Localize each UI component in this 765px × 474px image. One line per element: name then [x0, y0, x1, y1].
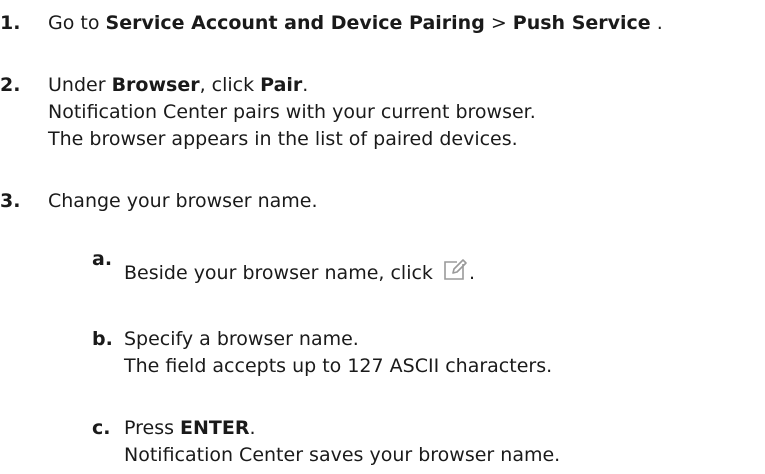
- step-text: Under Browser, click Pair.: [48, 74, 309, 96]
- substep-text: Press ENTER.: [124, 417, 256, 439]
- menu-path-service-account: Service Account and Device Pairing: [105, 12, 485, 34]
- menu-path-push-service: Push Service: [512, 12, 651, 34]
- substep-letter: b.: [92, 328, 113, 350]
- step-number: 1.: [0, 12, 21, 34]
- substep-text: Beside your browser name, click .: [124, 256, 475, 287]
- key-enter: ENTER: [180, 417, 250, 439]
- edit-icon: [443, 256, 469, 282]
- substep-letter: a.: [92, 248, 113, 270]
- ui-label-browser: Browser: [111, 74, 200, 96]
- ui-label-pair: Pair: [260, 74, 303, 96]
- step-number: 2.: [0, 74, 21, 96]
- step-text: Change your browser name.: [48, 190, 318, 212]
- step-number: 3.: [0, 190, 21, 212]
- substep-text: Specify a browser name.: [124, 328, 359, 350]
- substep-letter: c.: [92, 417, 111, 439]
- step-text: Go to Service Account and Device Pairing…: [48, 12, 663, 34]
